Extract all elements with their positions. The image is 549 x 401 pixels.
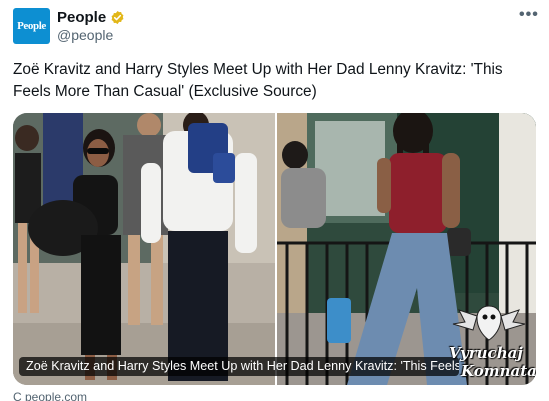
account-name-row: People xyxy=(57,9,125,26)
card-headline[interactable]: Zoë Kravitz and Harry Styles Meet Up wit… xyxy=(19,357,459,376)
watermark-text-line1: Vyruchaj xyxy=(449,344,523,362)
card-source-domain[interactable]: C people.com xyxy=(13,390,87,401)
avatar[interactable]: People xyxy=(13,8,50,44)
verified-badge-icon xyxy=(111,10,124,25)
watermark-text-line2: Komnata xyxy=(461,362,536,380)
owl-watermark-icon xyxy=(452,305,526,341)
tweet-text: Zoë Kravitz and Harry Styles Meet Up wit… xyxy=(13,61,503,100)
link-card[interactable]: Zoë Kravitz and Harry Styles Meet Up wit… xyxy=(13,113,536,385)
avatar-logo-text: People xyxy=(17,20,46,32)
card-photo-left xyxy=(13,113,275,385)
watermark: Vyruchaj Komnata xyxy=(443,302,536,382)
more-options-icon[interactable]: ••• xyxy=(519,6,539,24)
account-handle[interactable]: @people xyxy=(57,27,113,43)
account-name[interactable]: People xyxy=(57,9,106,26)
